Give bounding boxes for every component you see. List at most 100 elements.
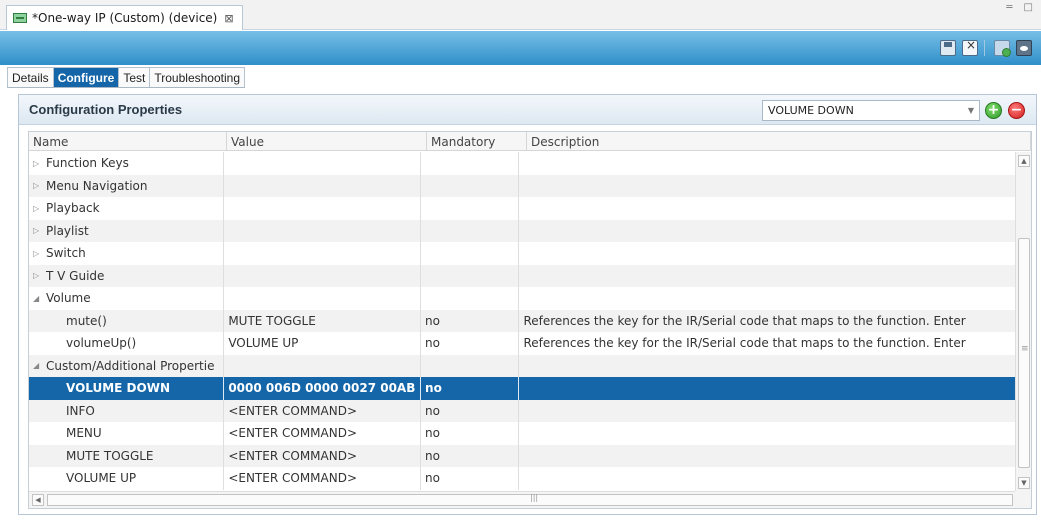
scroll-left-icon[interactable]: ◀ [32,494,44,506]
cell-value[interactable] [224,219,421,242]
cell-mandatory: no [421,444,520,467]
tab-test[interactable]: Test [119,67,151,87]
monitor-device-icon[interactable] [1016,40,1032,56]
tab-troubleshooting[interactable]: Troubleshooting [150,67,245,87]
tab-configure[interactable]: Configure [53,67,120,87]
table-row[interactable]: ▷ T V Guide [29,264,1015,288]
cell-value[interactable]: VOLUME UP [224,332,422,355]
cell-description [519,220,1015,243]
row-name-text: Playback [46,201,100,216]
cell-value[interactable]: <ENTER COMMAND> [224,422,422,445]
chevron-down-icon[interactable]: ▼ [963,101,979,120]
cell-name: ▷ Playlist [29,219,224,242]
cell-mandatory: no [421,467,520,490]
tab-details[interactable]: Details [7,67,54,87]
horizontal-scrollbar[interactable]: ◀ ▶ [29,491,1031,508]
table-row[interactable]: INFO <ENTER COMMAND> no [29,399,1015,422]
cell-value[interactable] [224,197,421,220]
close-tab-icon[interactable]: ⊠ [224,12,233,25]
editor-tab-device[interactable]: *One-way IP (Custom) (device) ⊠ [6,5,243,30]
row-name-text: MENU [66,426,102,441]
window-controls[interactable]: ═ □ [1006,2,1037,13]
cell-name: ▷ Switch [29,242,224,265]
cell-description [519,265,1015,288]
table-body: ▷ Function Keys ▷ Menu Navigation ▷ Playback ▷… [29,152,1015,490]
properties-table: Name Value Mandatory Description ▷ Functi… [28,131,1032,509]
row-name-text: Playlist [46,223,89,238]
device-icon [13,13,27,23]
cell-name: mute() [29,309,225,332]
row-name-text: INFO [66,403,95,418]
table-row[interactable]: mute() MUTE TOGGLE no References the key fo… [29,309,1015,332]
horizontal-scroll-thumb[interactable] [47,493,1013,506]
cell-name: VOLUME DOWN [29,377,225,400]
column-header-description[interactable]: Description [527,132,1031,151]
delete-icon[interactable] [962,38,978,56]
connect-device-icon[interactable] [994,40,1011,57]
cell-name: INFO [29,399,225,422]
collapse-arrow-icon[interactable]: ◢ [33,294,43,303]
column-header-mandatory[interactable]: Mandatory [427,132,527,151]
cell-name: volumeUp() [29,332,225,355]
expand-arrow-icon[interactable]: ▷ [33,204,43,213]
cell-value[interactable]: 0000 006D 0000 0027 00AB [224,377,422,400]
scroll-up-icon[interactable]: ▲ [1018,155,1030,167]
cell-value[interactable] [224,152,421,175]
cell-value[interactable]: <ENTER COMMAND> [224,399,422,422]
expand-arrow-icon[interactable]: ▷ [33,249,43,258]
expand-arrow-icon[interactable]: ▷ [33,159,43,168]
save-icon[interactable] [940,40,956,56]
expand-arrow-icon[interactable]: ▷ [33,181,43,190]
cell-name: MENU [29,422,225,445]
vertical-scroll-thumb[interactable] [1018,238,1030,468]
table-row[interactable]: ◢ Volume [29,287,1015,310]
cell-value[interactable]: <ENTER COMMAND> [224,467,422,490]
cell-mandatory [421,354,520,377]
table-row[interactable]: ▷ Function Keys [29,152,1015,175]
row-name-text: Custom/Additional Propertie [46,358,215,373]
cell-value[interactable] [224,174,421,197]
table-row[interactable]: ▷ Menu Navigation [29,174,1015,198]
scrollbar-corner [1015,491,1031,508]
table-row[interactable]: VOLUME UP <ENTER COMMAND> no [29,467,1015,490]
cell-description [519,467,1015,490]
table-row[interactable]: ◢ Custom/Additional Propertie [29,354,1015,377]
cell-value[interactable]: MUTE TOGGLE [224,309,422,332]
table-row[interactable]: MENU <ENTER COMMAND> no [29,422,1015,445]
cell-value[interactable] [224,264,421,287]
expand-arrow-icon[interactable]: ▷ [33,271,43,280]
remove-property-button[interactable]: − [1008,102,1025,119]
expand-arrow-icon[interactable]: ▷ [33,226,43,235]
cell-description: References the key for the IR/Serial cod… [523,313,966,328]
cell-value[interactable] [224,242,421,265]
vertical-scrollbar[interactable]: ▲ ▼ [1015,152,1031,492]
configuration-properties-panel: Configuration Properties VOLUME DOWN ▼ +… [18,94,1037,515]
add-property-button[interactable]: + [985,102,1002,119]
cell-mandatory: no [421,377,520,400]
row-name-text: mute() [66,313,107,328]
cell-description [519,175,1015,198]
cell-description [519,152,1015,175]
cell-mandatory [421,219,520,242]
cell-mandatory [421,174,520,197]
column-header-value[interactable]: Value [227,132,427,151]
table-row[interactable]: ▷ Switch [29,242,1015,265]
cell-value[interactable]: <ENTER COMMAND> [224,444,422,467]
table-row[interactable]: ▷ Playback [29,197,1015,220]
panel-header: Configuration Properties VOLUME DOWN ▼ +… [19,95,1036,125]
scroll-down-icon[interactable]: ▼ [1018,477,1030,489]
cell-value[interactable] [224,287,421,310]
table-row[interactable]: ▷ Playlist [29,219,1015,243]
editor-tab-bar: *One-way IP (Custom) (device) ⊠ ═ □ [0,0,1041,30]
cell-value[interactable] [224,354,421,377]
cell-description: References the key for the IR/Serial cod… [523,336,966,351]
table-row[interactable]: volumeUp() VOLUME UP no References the key … [29,332,1015,355]
editor-window: *One-way IP (Custom) (device) ⊠ ═ □ Deta… [0,0,1041,522]
key-select-dropdown[interactable]: VOLUME DOWN ▼ [762,100,980,121]
row-name-text: Function Keys [46,156,129,171]
table-row[interactable]: MUTE TOGGLE <ENTER COMMAND> no [29,444,1015,467]
column-header-name[interactable]: Name [29,132,227,151]
cell-description [519,287,1015,310]
collapse-arrow-icon[interactable]: ◢ [33,361,43,370]
table-row[interactable]: VOLUME DOWN 0000 006D 0000 0027 00AB no [29,377,1015,400]
